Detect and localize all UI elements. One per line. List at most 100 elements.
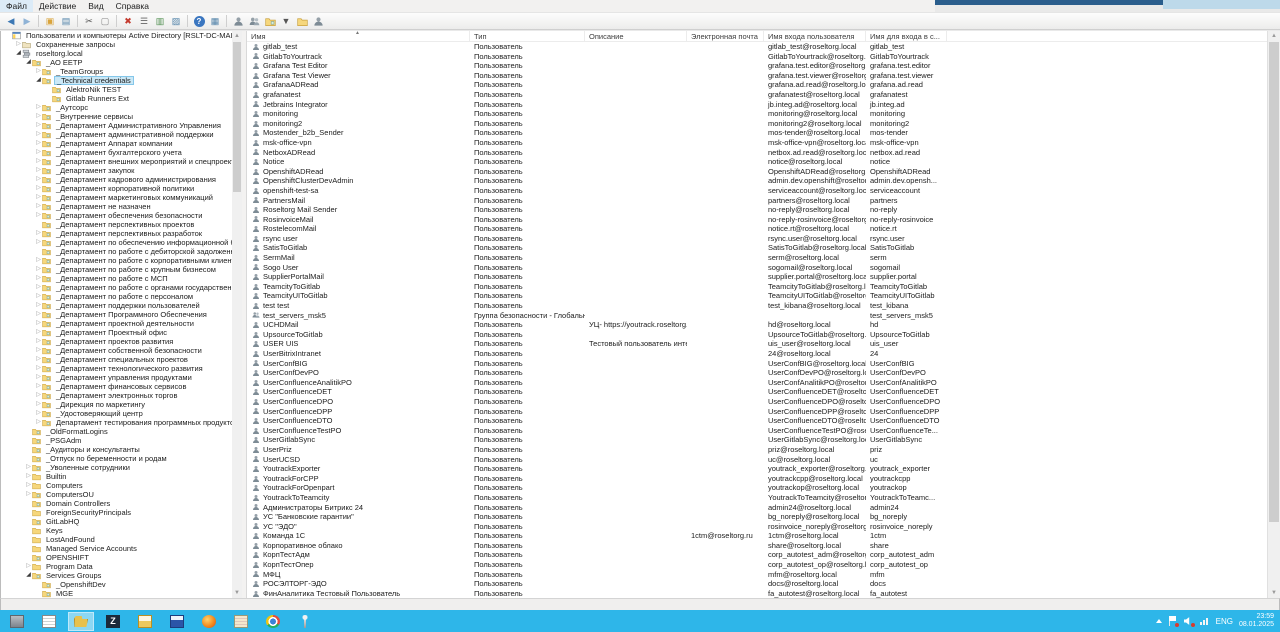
table-row[interactable]: UserConfluenceDPP Пользователь UserConfl… xyxy=(247,407,1267,417)
tree-item[interactable]: _PSGAdm xyxy=(2,436,232,445)
tree-item[interactable]: ▷ _Департамент перспективных разработок xyxy=(2,229,232,238)
table-row[interactable]: UserConfBIG Пользователь UserConfBIG@ros… xyxy=(247,359,1267,369)
column-header-3[interactable]: Описание xyxy=(585,31,687,41)
toolbar-up-one-level-icon[interactable]: ▣ xyxy=(43,15,57,28)
table-row[interactable]: Grafana Test Editor Пользователь grafana… xyxy=(247,61,1267,71)
table-row[interactable]: TeamcityToGitlab Пользователь TeamcityTo… xyxy=(247,282,1267,292)
toolbar-help-icon[interactable]: ? xyxy=(192,15,206,28)
expander-icon[interactable]: ▷ xyxy=(35,328,42,337)
column-header-2[interactable]: Тип xyxy=(470,31,585,41)
tree-item[interactable]: MGE xyxy=(2,589,232,598)
table-row[interactable]: monitoring2 Пользователь monitoring2@ros… xyxy=(247,119,1267,129)
expander-icon[interactable]: ▷ xyxy=(35,121,42,130)
expander-icon[interactable]: ▷ xyxy=(35,283,42,292)
tree-item[interactable]: ▷ _Департамент специальных проектов xyxy=(2,355,232,364)
table-row[interactable]: YoutrackToTeamcity Пользователь Youtrack… xyxy=(247,493,1267,503)
taskbar-mmc-console-button[interactable] xyxy=(68,611,94,631)
expander-icon[interactable]: ▷ xyxy=(35,364,42,373)
table-row[interactable]: RostelecomMail Пользователь notice.rt@ro… xyxy=(247,224,1267,234)
expander-icon[interactable]: ▷ xyxy=(35,418,42,427)
tree-item[interactable]: Domain Controllers xyxy=(2,499,232,508)
table-row[interactable]: PartnersMail Пользователь partners@rosel… xyxy=(247,196,1267,206)
toolbar-delete-icon[interactable]: ✖ xyxy=(121,15,135,28)
tree-item[interactable]: ▷ _Дирекция по маркетингу xyxy=(2,400,232,409)
table-row[interactable]: USER UIS Пользователь Тестовый пользоват… xyxy=(247,339,1267,349)
expander-icon[interactable]: ▷ xyxy=(25,463,32,472)
tree-item[interactable]: ▷ _TeamGroups xyxy=(2,67,232,76)
tree-item[interactable]: ▷ _Департамент Аппарат компании xyxy=(2,139,232,148)
tree-scroll-thumb[interactable] xyxy=(233,42,241,192)
expander-icon[interactable]: ▷ xyxy=(35,337,42,346)
toolbar-cut-icon[interactable]: ✂ xyxy=(82,15,96,28)
taskbar-z-app-button[interactable]: Z xyxy=(100,612,126,631)
expander-icon[interactable]: ▷ xyxy=(35,139,42,148)
toolbar-new-group-icon[interactable] xyxy=(247,15,261,28)
tree-scrollbar[interactable]: ▲ ▼ xyxy=(232,31,242,598)
table-row[interactable]: monitoring Пользователь monitoring@rosel… xyxy=(247,109,1267,119)
tree-item[interactable]: ◢ _АО ЕЕТР xyxy=(2,58,232,67)
tree-item[interactable]: ▷ _Удостоверяющий центр xyxy=(2,409,232,418)
table-row[interactable]: ФинАналитика Тестовый Пользователь Польз… xyxy=(247,589,1267,598)
table-row[interactable]: YoutrackExporter Пользователь youtrack_e… xyxy=(247,464,1267,474)
table-row[interactable]: UserConfluenceDET Пользователь UserConfl… xyxy=(247,387,1267,397)
tree-item[interactable]: ▷ _Департамент корпоративной политики xyxy=(2,184,232,193)
toolbar-new-ou-icon[interactable] xyxy=(263,15,277,28)
expander-icon[interactable]: ▷ xyxy=(35,130,42,139)
table-row[interactable]: msk-office-vpn Пользователь msk-office-v… xyxy=(247,138,1267,148)
tree-item[interactable]: ▷ _Департамент маркетинговых коммуникаци… xyxy=(2,193,232,202)
expander-icon[interactable]: ◢ xyxy=(15,49,22,58)
table-row[interactable]: Mostender_b2b_Sender Пользователь mos-te… xyxy=(247,128,1267,138)
table-row[interactable]: SermMail Пользователь serm@roseltorg.loc… xyxy=(247,253,1267,263)
table-row[interactable]: UserConfluenceDPO Пользователь UserConfl… xyxy=(247,397,1267,407)
tree-item[interactable]: ForeignSecurityPrincipals xyxy=(2,508,232,517)
expander-icon[interactable]: ◢ xyxy=(35,76,42,85)
tree-item[interactable]: ▷ _Департамент административной поддержк… xyxy=(2,130,232,139)
table-row[interactable]: РОСЭЛТОРГ-ЭДО Пользователь docs@roseltor… xyxy=(247,579,1267,589)
tree-item[interactable]: ◢ roseltorg.local xyxy=(2,49,232,58)
tree-item[interactable]: ▷ _Департамент управления продуктами xyxy=(2,373,232,382)
tree-item[interactable]: GitLabHQ xyxy=(2,517,232,526)
expander-icon[interactable]: ▷ xyxy=(35,292,42,301)
tree-item[interactable]: ▷ ComputersOU xyxy=(2,490,232,499)
tree-item[interactable]: ▷ _Департамент Программного Обеспечения xyxy=(2,310,232,319)
taskbar-firefox-button[interactable] xyxy=(196,612,222,631)
table-row[interactable]: UpsourceToGitlab Пользователь UpsourceTo… xyxy=(247,330,1267,340)
list-scroll-thumb[interactable] xyxy=(1269,42,1279,522)
tree-item[interactable]: ▷ Program Data xyxy=(2,562,232,571)
table-row[interactable]: UserGitlabSync Пользователь UserGitlabSy… xyxy=(247,435,1267,445)
tree-item[interactable]: ▷ _Департамент проектов развития xyxy=(2,337,232,346)
tree-item[interactable]: ▷ Builtin xyxy=(2,472,232,481)
tree-item[interactable]: ◢ Services Groups xyxy=(2,571,232,580)
expander-icon[interactable]: ▷ xyxy=(35,355,42,364)
expander-icon[interactable]: ▷ xyxy=(35,409,42,418)
tree-item[interactable]: ▷ _Департамент по работе с МСП xyxy=(2,274,232,283)
expander-icon[interactable]: ▷ xyxy=(35,265,42,274)
expander-icon[interactable]: ▷ xyxy=(35,184,42,193)
tree-item[interactable]: ▷ Сохраненные запросы xyxy=(2,40,232,49)
expander-icon[interactable]: ▷ xyxy=(35,202,42,211)
list-scroll-down-icon[interactable]: ▼ xyxy=(1268,588,1280,598)
expander-icon[interactable]: ▷ xyxy=(25,472,32,481)
table-row[interactable]: YoutrackForOpenpart Пользователь youtrac… xyxy=(247,483,1267,493)
toolbar-view-options-icon[interactable] xyxy=(295,15,309,28)
table-row[interactable]: grafanatest Пользователь grafanatest@ros… xyxy=(247,90,1267,100)
expander-icon[interactable]: ▷ xyxy=(35,166,42,175)
tree-item[interactable]: _Аудиторы и консультанты xyxy=(2,445,232,454)
expander-icon[interactable]: ▷ xyxy=(35,238,42,247)
menu-view[interactable]: Вид xyxy=(82,0,109,12)
table-row[interactable]: GitlabToYourtrack Пользователь GitlabToY… xyxy=(247,52,1267,62)
toolbar-delegate-icon[interactable] xyxy=(311,15,325,28)
table-row[interactable]: OpenshiftADRead Пользователь OpenshiftAD… xyxy=(247,167,1267,177)
tree-item[interactable]: ▷ _Департамент кадрового администрирован… xyxy=(2,175,232,184)
tree-item[interactable]: ▷ _Департамент по обеспечению информацио… xyxy=(2,238,232,247)
tree-item[interactable]: ▷ _Департамент технологического развития xyxy=(2,364,232,373)
taskbar-chrome-button[interactable] xyxy=(260,612,286,631)
tree-item[interactable]: Пользователи и компьютеры Active Directo… xyxy=(2,31,232,40)
volume-muted-icon[interactable] xyxy=(1183,616,1195,627)
tree-item[interactable]: Gitlab Runners Ext xyxy=(2,94,232,103)
table-row[interactable]: UCHDMail Пользователь УЦ- https://youtra… xyxy=(247,320,1267,330)
table-row[interactable]: gitlab_test Пользователь gitlab_test@ros… xyxy=(247,42,1267,52)
tree-item[interactable]: ▷ _Департамент Проектный офис xyxy=(2,328,232,337)
table-row[interactable]: Корпоративное облако Пользователь share@… xyxy=(247,541,1267,551)
toolbar-new-user-icon[interactable] xyxy=(231,15,245,28)
